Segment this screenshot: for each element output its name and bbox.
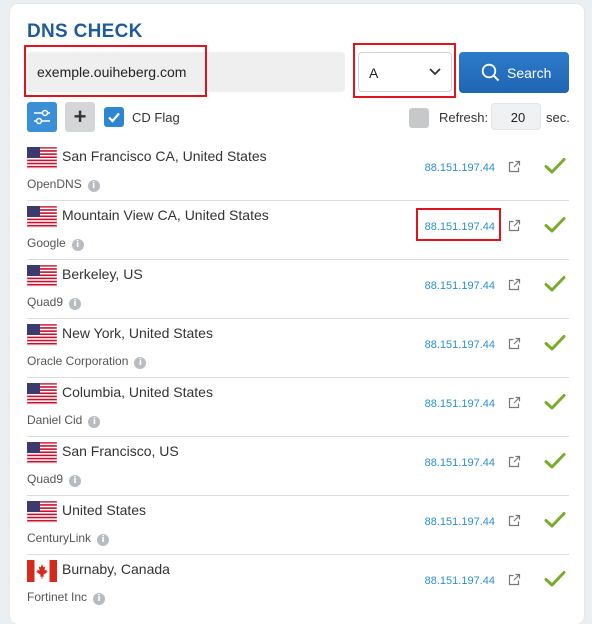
us-flag-icon bbox=[27, 383, 57, 405]
us-flag-icon bbox=[27, 501, 57, 523]
result-row: New York, United States Oracle Corporatio… bbox=[27, 322, 569, 380]
result-row: Berkeley, US Quad9 i 88.151.197.44 bbox=[27, 263, 569, 321]
us-flag-icon bbox=[27, 206, 57, 228]
checkmark-icon bbox=[544, 158, 566, 174]
row-divider bbox=[27, 200, 569, 201]
result-provider: Quad9 i bbox=[27, 472, 82, 487]
result-location: New York, United States bbox=[62, 325, 213, 341]
page-title: DNS CHECK bbox=[27, 21, 143, 42]
info-icon[interactable]: i bbox=[69, 298, 82, 310]
result-ip[interactable]: 88.151.197.44 bbox=[425, 575, 495, 587]
row-divider bbox=[27, 259, 569, 260]
result-provider: OpenDNS i bbox=[27, 177, 100, 192]
result-row: Burnaby, Canada Fortinet Inc i 88.151.197.4… bbox=[27, 558, 569, 616]
result-provider: Daniel Cid i bbox=[27, 413, 101, 428]
external-link-icon[interactable] bbox=[508, 278, 521, 291]
result-provider-name: Quad9 bbox=[27, 295, 64, 309]
checkmark-icon bbox=[544, 571, 566, 587]
row-divider bbox=[27, 377, 569, 378]
result-provider-name: Google bbox=[27, 236, 66, 250]
refresh-interval-input[interactable] bbox=[492, 104, 544, 131]
add-button[interactable]: + bbox=[65, 102, 95, 132]
info-icon[interactable]: i bbox=[69, 475, 82, 487]
checkmark-icon bbox=[544, 453, 566, 469]
plus-icon: + bbox=[73, 104, 87, 129]
cd-flag-label: CD Flag bbox=[132, 110, 180, 125]
search-button-label: Search bbox=[507, 65, 552, 81]
result-provider: Quad9 i bbox=[27, 295, 82, 310]
us-flag-icon bbox=[27, 442, 57, 464]
info-icon[interactable]: i bbox=[97, 534, 110, 546]
us-flag-icon bbox=[27, 147, 57, 169]
result-ip[interactable]: 88.151.197.44 bbox=[425, 162, 495, 174]
result-provider: Oracle Corporation i bbox=[27, 354, 147, 369]
result-ip[interactable]: 88.151.197.44 bbox=[425, 398, 495, 410]
result-ip[interactable]: 88.151.197.44 bbox=[425, 516, 495, 528]
row-divider bbox=[27, 318, 569, 319]
result-ip[interactable]: 88.151.197.44 bbox=[425, 457, 495, 469]
filter-button[interactable] bbox=[27, 102, 57, 132]
us-flag-icon bbox=[27, 324, 57, 346]
external-link-icon[interactable] bbox=[508, 219, 521, 232]
result-ip[interactable]: 88.151.197.44 bbox=[425, 339, 495, 351]
result-location: Columbia, United States bbox=[62, 384, 213, 400]
result-location: Burnaby, Canada bbox=[62, 561, 170, 577]
result-provider: Google i bbox=[27, 236, 84, 251]
checkmark-icon bbox=[544, 512, 566, 528]
result-row: Columbia, United States Daniel Cid i 88.151… bbox=[27, 381, 569, 439]
external-link-icon[interactable] bbox=[508, 396, 521, 409]
external-link-icon[interactable] bbox=[508, 573, 521, 586]
highlight-ip-result bbox=[416, 208, 501, 241]
result-provider: Fortinet Inc i bbox=[27, 590, 106, 605]
refresh-unit-label: sec. bbox=[546, 110, 570, 125]
auto-refresh-checkbox[interactable] bbox=[409, 108, 429, 128]
highlight-domain-input bbox=[24, 45, 207, 97]
sliders-icon bbox=[34, 109, 50, 125]
checkmark-icon bbox=[544, 217, 566, 233]
row-divider bbox=[27, 554, 569, 555]
external-link-icon[interactable] bbox=[508, 337, 521, 350]
result-provider-name: Daniel Cid bbox=[27, 413, 83, 427]
row-divider bbox=[27, 495, 569, 496]
checkmark-icon bbox=[544, 276, 566, 292]
result-provider: CenturyLink i bbox=[27, 531, 110, 546]
result-provider-name: Fortinet Inc bbox=[27, 590, 88, 604]
checkmark-icon bbox=[544, 394, 566, 410]
result-provider-name: CenturyLink bbox=[27, 531, 92, 545]
refresh-interval-field[interactable] bbox=[491, 103, 544, 131]
checkbox-check-icon bbox=[108, 112, 120, 123]
canada-flag-icon bbox=[27, 560, 57, 582]
result-ip[interactable]: 88.151.197.44 bbox=[425, 280, 495, 292]
search-icon bbox=[481, 63, 500, 82]
result-location: San Francisco CA, United States bbox=[62, 148, 267, 164]
checkmark-icon bbox=[544, 335, 566, 351]
info-icon[interactable]: i bbox=[87, 180, 100, 192]
external-link-icon[interactable] bbox=[508, 160, 521, 173]
external-link-icon[interactable] bbox=[508, 514, 521, 527]
result-location: United States bbox=[62, 502, 147, 518]
result-location: San Francisco, US bbox=[62, 443, 179, 459]
info-icon[interactable]: i bbox=[134, 357, 147, 369]
search-button[interactable]: Search bbox=[459, 52, 569, 93]
highlight-record-type bbox=[353, 43, 456, 98]
result-location: Berkeley, US bbox=[62, 266, 143, 282]
result-row: United States CenturyLink i 88.151.197.44 bbox=[27, 499, 569, 557]
result-row: San Francisco, US Quad9 i 88.151.197.44 bbox=[27, 440, 569, 498]
result-provider-name: Oracle Corporation bbox=[27, 354, 129, 368]
external-link-icon[interactable] bbox=[508, 455, 521, 468]
row-divider bbox=[27, 436, 569, 437]
result-provider-name: OpenDNS bbox=[27, 177, 82, 191]
result-row: San Francisco CA, United States OpenDNS i 8… bbox=[27, 145, 569, 203]
info-icon[interactable]: i bbox=[88, 416, 101, 428]
result-location: Mountain View CA, United States bbox=[62, 207, 269, 223]
cd-flag-checkbox[interactable] bbox=[104, 107, 124, 127]
info-icon[interactable]: i bbox=[93, 593, 106, 605]
info-icon[interactable]: i bbox=[71, 239, 84, 251]
us-flag-icon bbox=[27, 265, 57, 287]
refresh-label: Refresh: bbox=[439, 110, 489, 125]
result-provider-name: Quad9 bbox=[27, 472, 64, 486]
